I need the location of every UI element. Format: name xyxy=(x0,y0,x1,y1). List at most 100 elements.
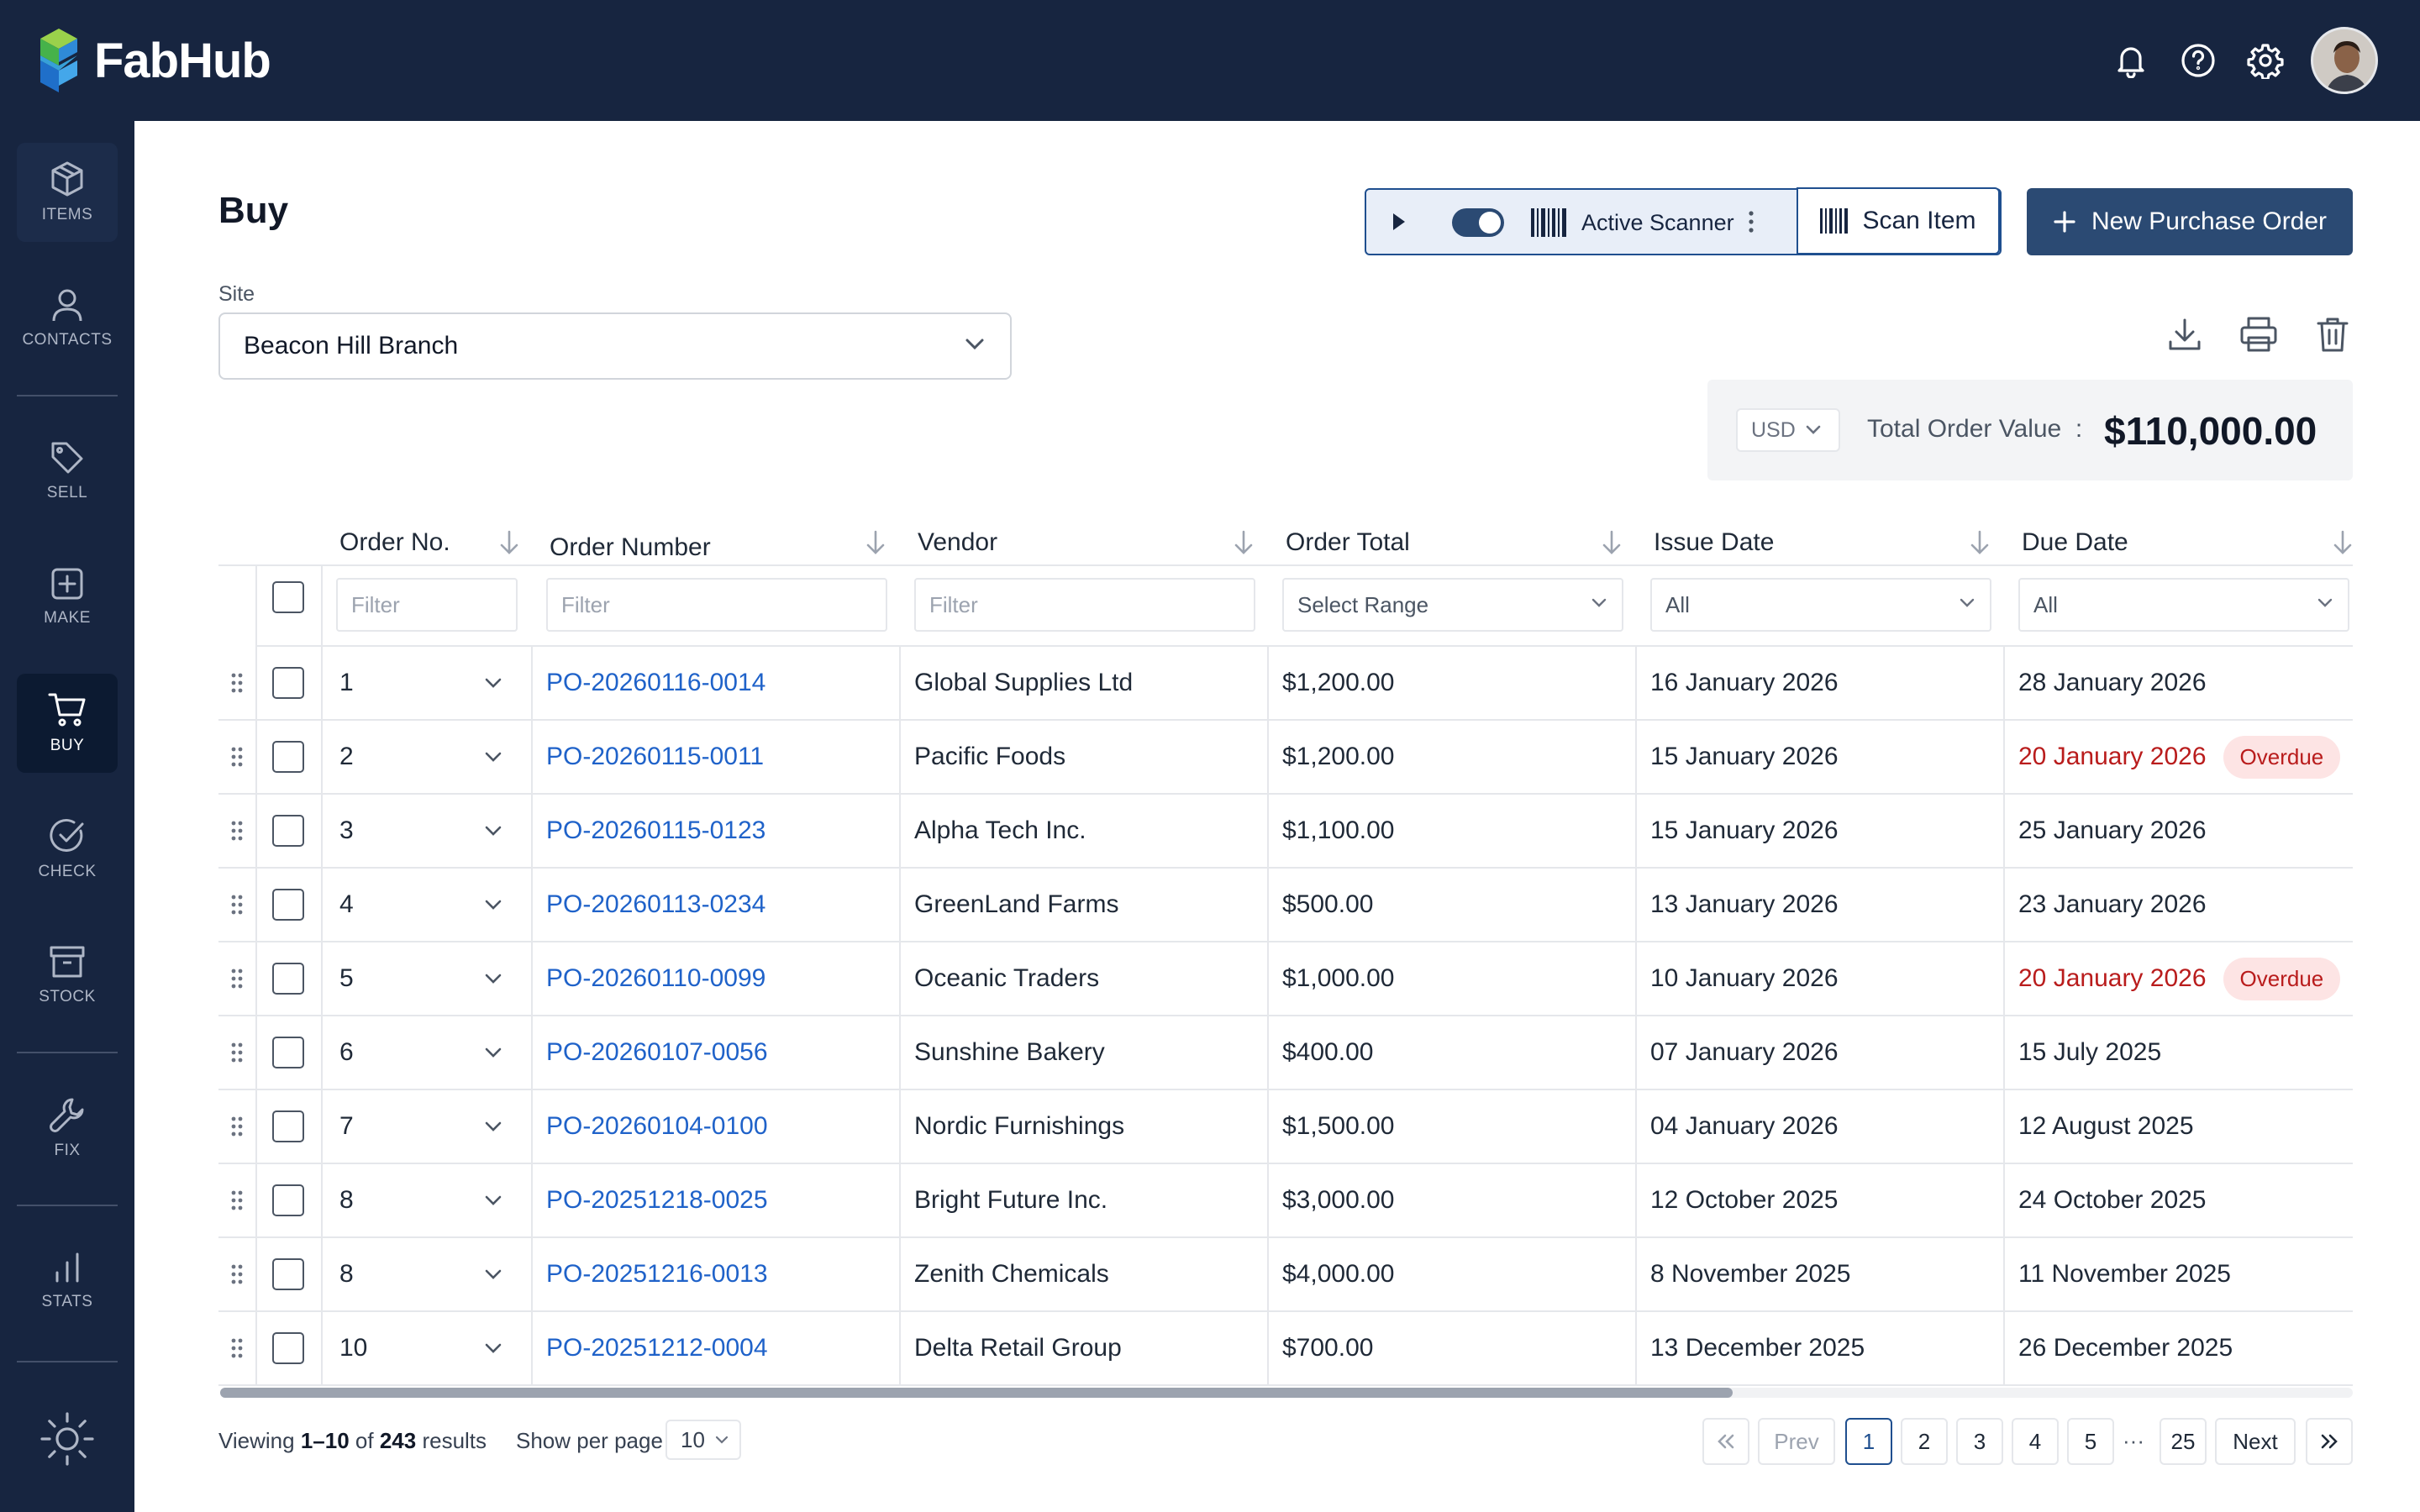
sort-arrow-icon[interactable] xyxy=(2333,529,2353,556)
column-header-vendor[interactable]: Vendor xyxy=(918,521,997,564)
order-number-link[interactable]: PO-20260116-0014 xyxy=(546,647,765,719)
vendor-filter-input[interactable]: Filter xyxy=(914,578,1255,632)
column-header-order-total[interactable]: Order Total xyxy=(1286,521,1410,564)
drag-handle-icon[interactable] xyxy=(218,795,255,867)
row-checkbox[interactable] xyxy=(272,1184,304,1216)
drag-handle-icon[interactable] xyxy=(218,942,255,1015)
row-expand-chevron-icon[interactable] xyxy=(484,869,502,941)
drag-handle-icon[interactable] xyxy=(218,869,255,941)
sidebar-item-make[interactable]: MAKE xyxy=(17,548,118,647)
sidebar-item-items[interactable]: ITEMS xyxy=(17,143,118,242)
table-row[interactable]: 4 PO-20260113-0234 GreenLand Farms $500.00 1… xyxy=(218,869,2353,942)
row-checkbox[interactable] xyxy=(272,889,304,921)
row-expand-chevron-icon[interactable] xyxy=(484,1312,502,1384)
table-row[interactable]: 8 PO-20251218-0025 Bright Future Inc. $3,00… xyxy=(218,1164,2353,1238)
download-icon[interactable] xyxy=(2161,311,2208,358)
row-expand-chevron-icon[interactable] xyxy=(484,1164,502,1236)
row-checkbox[interactable] xyxy=(272,815,304,847)
row-checkbox[interactable] xyxy=(272,1037,304,1068)
drag-handle-icon[interactable] xyxy=(218,721,255,793)
order-total-range-select[interactable]: Select Range xyxy=(1282,578,1623,632)
app-logo[interactable]: FabHub xyxy=(37,25,271,96)
currency-select[interactable]: USD xyxy=(1736,408,1840,452)
page-button-3[interactable]: 3 xyxy=(1956,1418,2003,1465)
due-date-filter-select[interactable]: All xyxy=(2018,578,2349,632)
row-checkbox[interactable] xyxy=(272,963,304,995)
sidebar-item-sell[interactable]: SELL xyxy=(17,422,118,521)
sort-arrow-icon[interactable] xyxy=(1234,529,1254,556)
scan-item-button[interactable]: Scan Item xyxy=(1797,187,2000,255)
theme-toggle[interactable] xyxy=(17,1389,118,1488)
table-row[interactable]: 3 PO-20260115-0123 Alpha Tech Inc. $1,100.0… xyxy=(218,795,2353,869)
sidebar-item-contacts[interactable]: CONTACTS xyxy=(17,269,118,368)
column-header-issue-date[interactable]: Issue Date xyxy=(1654,521,1774,564)
drag-handle-icon[interactable] xyxy=(218,1016,255,1089)
table-row[interactable]: 7 PO-20260104-0100 Nordic Furnishings $1,50… xyxy=(218,1090,2353,1164)
new-purchase-order-button[interactable]: New Purchase Order xyxy=(2027,188,2353,255)
scanner-toggle[interactable] xyxy=(1452,208,1504,237)
drag-handle-icon[interactable] xyxy=(218,1164,255,1236)
sidebar-item-check[interactable]: CHECK xyxy=(17,800,118,899)
column-header-order-number[interactable]: Order Number xyxy=(550,526,711,570)
column-header-order-no[interactable]: Order No. xyxy=(339,521,450,564)
row-checkbox[interactable] xyxy=(272,1332,304,1364)
next-page-button[interactable]: Next xyxy=(2215,1418,2296,1465)
drag-handle-icon[interactable] xyxy=(218,1238,255,1310)
drag-handle-icon[interactable] xyxy=(218,1312,255,1384)
drag-handle-icon[interactable] xyxy=(218,647,255,719)
table-row[interactable]: 8 PO-20251216-0013 Zenith Chemicals $4,000.… xyxy=(218,1238,2353,1312)
per-page-select[interactable]: 10 xyxy=(666,1420,741,1460)
order-number-link[interactable]: PO-20260104-0100 xyxy=(546,1090,768,1163)
sort-arrow-icon[interactable] xyxy=(1602,529,1622,556)
row-checkbox[interactable] xyxy=(272,1110,304,1142)
prev-page-button[interactable]: Prev xyxy=(1758,1418,1835,1465)
page-button-5[interactable]: 5 xyxy=(2067,1418,2114,1465)
sort-arrow-icon[interactable] xyxy=(865,529,886,556)
row-checkbox[interactable] xyxy=(272,1258,304,1290)
sort-arrow-icon[interactable] xyxy=(1970,529,1990,556)
order-no-filter-input[interactable]: Filter xyxy=(336,578,518,632)
table-row[interactable]: 1 PO-20260116-0014 Global Supplies Ltd $1,2… xyxy=(218,647,2353,721)
last-page-number-button[interactable]: 25 xyxy=(2160,1418,2207,1465)
settings-gear-icon[interactable] xyxy=(2242,37,2289,84)
select-all-checkbox[interactable] xyxy=(272,581,304,613)
table-row[interactable]: 5 PO-20260110-0099 Oceanic Traders $1,000.0… xyxy=(218,942,2353,1016)
table-row[interactable]: 6 PO-20260107-0056 Sunshine Bakery $400.00 0… xyxy=(218,1016,2353,1090)
page-button-4[interactable]: 4 xyxy=(2012,1418,2059,1465)
drag-handle-icon[interactable] xyxy=(218,1090,255,1163)
row-checkbox[interactable] xyxy=(272,741,304,773)
sort-arrow-icon[interactable] xyxy=(499,529,519,556)
column-header-due-date[interactable]: Due Date xyxy=(2022,521,2128,564)
row-expand-chevron-icon[interactable] xyxy=(484,1016,502,1089)
order-number-link[interactable]: PO-20260113-0234 xyxy=(546,869,765,941)
notifications-bell-icon[interactable] xyxy=(2107,37,2154,84)
table-row[interactable]: 10 PO-20251212-0004 Delta Retail Group $700… xyxy=(218,1312,2353,1386)
play-icon[interactable] xyxy=(1392,212,1407,236)
horizontal-scrollbar-thumb[interactable] xyxy=(220,1388,1733,1398)
table-row[interactable]: 2 PO-20260115-0011 Pacific Foods $1,200.00 1… xyxy=(218,721,2353,795)
row-checkbox[interactable] xyxy=(272,667,304,699)
more-options-icon[interactable] xyxy=(1748,210,1754,238)
row-expand-chevron-icon[interactable] xyxy=(484,1238,502,1310)
order-number-link[interactable]: PO-20251212-0004 xyxy=(546,1312,768,1384)
sidebar-item-buy[interactable]: BUY xyxy=(17,674,118,773)
row-expand-chevron-icon[interactable] xyxy=(484,795,502,867)
order-number-link[interactable]: PO-20251216-0013 xyxy=(546,1238,768,1310)
page-button-1[interactable]: 1 xyxy=(1845,1418,1892,1465)
order-number-link[interactable]: PO-20260115-0123 xyxy=(546,795,765,867)
sidebar-item-stock[interactable]: STOCK xyxy=(17,926,118,1025)
order-number-filter-input[interactable]: Filter xyxy=(546,578,887,632)
help-icon[interactable] xyxy=(2175,37,2222,84)
sidebar-item-fix[interactable]: FIX xyxy=(17,1079,118,1178)
order-number-link[interactable]: PO-20260115-0011 xyxy=(546,721,764,793)
page-button-2[interactable]: 2 xyxy=(1901,1418,1948,1465)
user-avatar[interactable] xyxy=(2311,27,2378,94)
first-page-button[interactable] xyxy=(1702,1418,1749,1465)
last-page-button[interactable] xyxy=(2306,1418,2353,1465)
row-expand-chevron-icon[interactable] xyxy=(484,721,502,793)
issue-date-filter-select[interactable]: All xyxy=(1650,578,1991,632)
trash-icon[interactable] xyxy=(2309,311,2356,358)
order-number-link[interactable]: PO-20260110-0099 xyxy=(546,942,765,1015)
row-expand-chevron-icon[interactable] xyxy=(484,1090,502,1163)
print-icon[interactable] xyxy=(2235,311,2282,358)
